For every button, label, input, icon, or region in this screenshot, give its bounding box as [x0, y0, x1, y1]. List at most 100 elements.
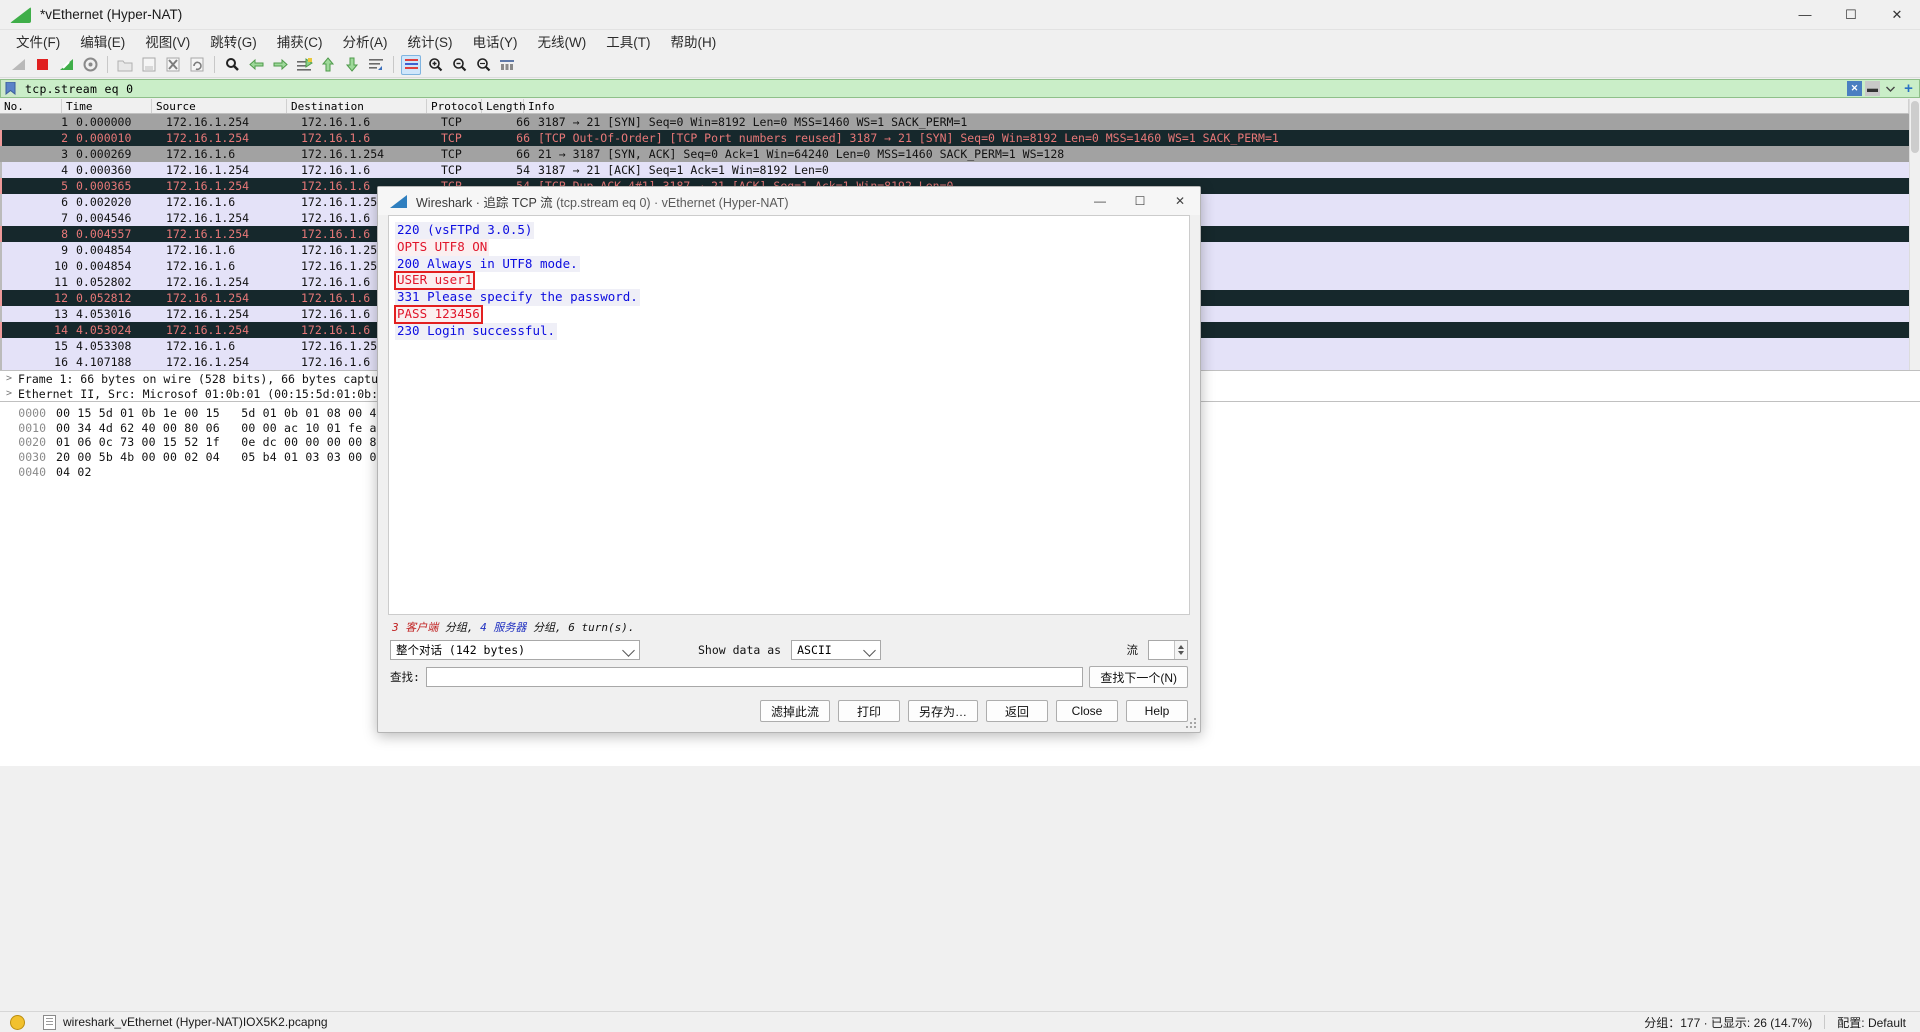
auto-scroll-icon[interactable]: [366, 55, 386, 75]
cell-no: 13: [54, 307, 68, 321]
capture-options-icon[interactable]: [80, 55, 100, 75]
cell-length: 66: [516, 131, 530, 145]
filter-expression-icon[interactable]: [1883, 81, 1898, 96]
scrollbar-thumb[interactable]: [1911, 101, 1919, 153]
save-as-button[interactable]: 另存为…: [907, 700, 978, 722]
dialog-maximize-button[interactable]: ☐: [1120, 187, 1160, 215]
column-header-no[interactable]: No.: [0, 99, 62, 113]
go-back-icon[interactable]: [246, 55, 266, 75]
resize-grip-icon[interactable]: [1186, 718, 1198, 730]
zoom-out-icon[interactable]: [449, 55, 469, 75]
zoom-reset-icon[interactable]: [473, 55, 493, 75]
help-button[interactable]: Help: [1126, 700, 1188, 722]
find-packet-icon[interactable]: [222, 55, 242, 75]
stream-statistics: 3 客户端 分组, 4 服务器 分组, 6 turn(s).: [388, 615, 1190, 638]
hex-bytes[interactable]: 01 06 0c 73 00 15 52 1f 0e dc 00 00 00 0…: [56, 435, 405, 449]
menu-help[interactable]: 帮助(H): [660, 29, 726, 53]
add-filter-button-icon[interactable]: +: [1901, 80, 1916, 97]
table-row[interactable]: 4 0.000360 172.16.1.254 172.16.1.6 TCP 54 3187…: [0, 162, 1909, 178]
hex-bytes[interactable]: 04 02: [56, 465, 92, 479]
column-header-info[interactable]: Info: [524, 99, 1909, 113]
menu-tools[interactable]: 工具(T): [596, 29, 660, 53]
display-filter-input[interactable]: tcp.stream eq 0: [19, 79, 1844, 98]
table-row[interactable]: 3 0.000269 172.16.1.6 172.16.1.254 TCP 66 21 →…: [0, 146, 1909, 162]
cell-info: 3187 → 21 [ACK] Seq=1 Ack=1 Win=8192 Len…: [538, 163, 829, 177]
menu-go[interactable]: 跳转(G): [200, 29, 267, 53]
cell-no: 7: [61, 211, 68, 225]
hex-bytes[interactable]: 20 00 5b 4b 00 00 02 04 05 b4 01 03 03 0…: [56, 450, 405, 464]
expand-chevron-icon[interactable]: >: [0, 373, 18, 384]
filter-out-stream-button[interactable]: 滤掉此流: [759, 700, 830, 722]
start-capture-icon[interactable]: [8, 55, 28, 75]
find-row: 查找: 查找下一个(N): [388, 660, 1190, 688]
print-button[interactable]: 打印: [837, 700, 900, 722]
column-header-source[interactable]: Source: [152, 99, 287, 113]
restart-capture-icon[interactable]: [56, 55, 76, 75]
find-next-button[interactable]: 查找下一个(N): [1089, 666, 1188, 688]
expand-chevron-icon[interactable]: >: [0, 388, 18, 399]
reload-file-icon[interactable]: [187, 55, 207, 75]
close-button[interactable]: ✕: [1874, 0, 1920, 29]
close-dialog-button[interactable]: Close: [1056, 700, 1118, 722]
menu-wireless[interactable]: 无线(W): [528, 29, 597, 53]
open-file-icon[interactable]: [115, 55, 135, 75]
save-file-icon[interactable]: [139, 55, 159, 75]
conversation-select[interactable]: 整个对话 (142 bytes): [390, 640, 640, 660]
go-first-packet-icon[interactable]: [318, 55, 338, 75]
column-header-time[interactable]: Time: [62, 99, 152, 113]
column-header-length[interactable]: Length: [482, 99, 526, 113]
display-filter-actions: ✕ ▬ +: [1844, 79, 1920, 98]
go-last-packet-icon[interactable]: [342, 55, 362, 75]
cell-no: 11: [54, 275, 68, 289]
go-to-packet-icon[interactable]: [294, 55, 314, 75]
menu-file[interactable]: 文件(F): [6, 29, 70, 53]
go-forward-icon[interactable]: [270, 55, 290, 75]
cell-no: 16: [54, 355, 68, 369]
row-indicator: [0, 322, 10, 338]
column-header-protocol[interactable]: Protocol: [427, 99, 484, 113]
stream-label: 流: [1126, 643, 1139, 657]
minimize-button[interactable]: —: [1782, 0, 1828, 29]
hex-bytes[interactable]: 00 34 4d 62 40 00 80 06 00 00 ac 10 01 f…: [56, 421, 405, 435]
hex-bytes[interactable]: 00 15 5d 01 0b 1e 00 15 5d 01 0b 01 08 0…: [56, 406, 405, 420]
stop-capture-icon[interactable]: [32, 55, 52, 75]
table-row[interactable]: 1 0.000000 172.16.1.254 172.16.1.6 TCP 66 3187…: [0, 114, 1909, 130]
close-file-icon[interactable]: [163, 55, 183, 75]
row-indicator: [0, 146, 10, 162]
cell-time: 0.004557: [76, 227, 132, 241]
table-row[interactable]: 2 0.000010 172.16.1.254 172.16.1.6 TCP 66 [TCP…: [0, 130, 1909, 146]
stream-line-server: 220 (vsFTPd 3.0.5): [395, 222, 535, 239]
dialog-close-button[interactable]: ✕: [1160, 187, 1200, 215]
menu-analyze[interactable]: 分析(A): [333, 29, 398, 53]
resize-columns-icon[interactable]: [497, 55, 517, 75]
status-bar: wireshark_vEthernet (Hyper-NAT)IOX5K2.pc…: [0, 1011, 1920, 1032]
spinner-arrows-icon[interactable]: [1174, 641, 1187, 659]
cell-destination: 172.16.1.6: [301, 115, 371, 129]
menu-statistics[interactable]: 统计(S): [398, 29, 463, 53]
hex-offset: 0000: [18, 406, 46, 421]
menu-capture[interactable]: 捕获(C): [267, 29, 333, 53]
zoom-in-icon[interactable]: [425, 55, 445, 75]
maximize-button[interactable]: ☐: [1828, 0, 1874, 29]
apply-filter-icon[interactable]: ▬: [1865, 81, 1880, 96]
row-indicator: [0, 178, 10, 194]
clear-filter-icon[interactable]: ✕: [1847, 81, 1862, 96]
packet-list-scrollbar[interactable]: [1909, 99, 1920, 370]
stream-content-view[interactable]: 220 (vsFTPd 3.0.5) OPTS UTF8 ON 200 Always…: [388, 215, 1190, 615]
cell-source: 172.16.1.254: [166, 115, 250, 129]
dialog-minimize-button[interactable]: —: [1080, 187, 1120, 215]
colorize-icon[interactable]: [401, 54, 421, 75]
dialog-title: Wireshark · 追踪 TCP 流 (tcp.stream eq 0) ·…: [416, 192, 789, 211]
back-button[interactable]: 返回: [986, 700, 1048, 722]
menu-edit[interactable]: 编辑(E): [70, 29, 135, 53]
menu-view[interactable]: 视图(V): [135, 29, 200, 53]
expert-info-icon[interactable]: [10, 1014, 25, 1030]
bookmark-icon[interactable]: [0, 79, 19, 98]
show-data-as-select[interactable]: ASCII: [791, 640, 882, 660]
find-input[interactable]: [425, 667, 1084, 687]
stream-number-spinner[interactable]: 0: [1148, 640, 1188, 660]
menu-telephony[interactable]: 电话(Y): [463, 29, 528, 53]
column-header-destination[interactable]: Destination: [287, 99, 427, 113]
capture-file-icon: [43, 1014, 56, 1030]
cell-time: 0.004854: [76, 259, 132, 273]
